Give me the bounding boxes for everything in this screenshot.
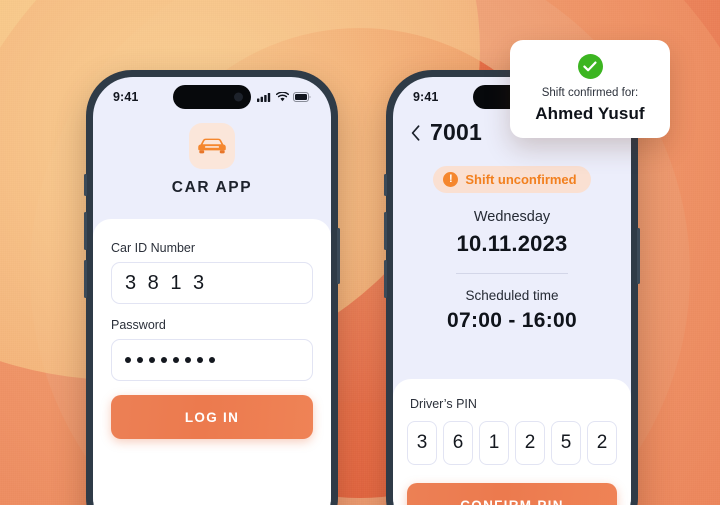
log-in-button[interactable]: LOG IN bbox=[111, 395, 313, 439]
pin-digit-box[interactable]: 1 bbox=[479, 421, 509, 465]
password-input[interactable] bbox=[111, 339, 313, 381]
app-name-label: CAR APP bbox=[171, 179, 253, 196]
page-title: 7001 bbox=[430, 119, 482, 145]
chevron-left-icon[interactable] bbox=[411, 124, 420, 141]
car-id-label: Car ID Number bbox=[111, 241, 196, 255]
password-dot bbox=[137, 357, 143, 363]
status-badge-row: ! Shift unconfirmed bbox=[393, 166, 631, 193]
pin-entry-sheet: Driver’s PIN 3 6 1 2 5 2 CONFIRM PIN bbox=[393, 379, 631, 505]
password-dot bbox=[125, 357, 131, 363]
status-bar-time: 9:41 bbox=[113, 90, 139, 104]
password-dot bbox=[173, 357, 179, 363]
scheduled-time-label: Scheduled time bbox=[465, 288, 559, 303]
phone-power-button[interactable] bbox=[337, 228, 340, 284]
battery-icon bbox=[293, 92, 311, 102]
pin-digit-box[interactable]: 2 bbox=[587, 421, 617, 465]
login-form-sheet: Car ID Number 3 8 1 3 Password LOG IN bbox=[93, 219, 331, 505]
schedule-date: 10.11.2023 bbox=[456, 231, 568, 256]
phone-volume-down-button[interactable] bbox=[384, 260, 387, 298]
pin-digit-box[interactable]: 6 bbox=[443, 421, 473, 465]
car-id-value: 3 8 1 3 bbox=[125, 271, 208, 294]
status-bar-time: 9:41 bbox=[413, 90, 439, 104]
phone-mute-switch[interactable] bbox=[384, 174, 387, 196]
pin-digit-box[interactable]: 3 bbox=[407, 421, 437, 465]
car-icon bbox=[198, 138, 226, 154]
phone-volume-up-button[interactable] bbox=[84, 212, 87, 250]
cellular-signal-icon bbox=[257, 93, 271, 102]
schedule-summary: Wednesday 10.11.2023 Scheduled time 07:0… bbox=[393, 209, 631, 333]
password-masked-value bbox=[125, 357, 215, 363]
confirm-pin-button[interactable]: CONFIRM PIN bbox=[407, 483, 617, 505]
scheduled-time-value: 07:00 - 16:00 bbox=[447, 309, 577, 332]
pin-digit-box[interactable]: 5 bbox=[551, 421, 581, 465]
schedule-day: Wednesday bbox=[473, 209, 551, 225]
exclamation-circle-icon: ! bbox=[443, 172, 459, 187]
password-dot bbox=[209, 357, 215, 363]
toast-subtitle: Shift confirmed for: bbox=[541, 87, 639, 99]
password-label: Password bbox=[111, 318, 166, 332]
phone-mute-switch[interactable] bbox=[84, 174, 87, 196]
screenshot-canvas: 9:41 CAR APP Car ID Number 3 8 1 3 Passw… bbox=[0, 0, 720, 505]
status-badge-label: Shift unconfirmed bbox=[465, 172, 577, 187]
status-bar-icons bbox=[257, 92, 311, 102]
wifi-icon bbox=[276, 92, 289, 102]
dynamic-island bbox=[173, 85, 251, 109]
phone-power-button[interactable] bbox=[637, 228, 640, 284]
password-dot bbox=[185, 357, 191, 363]
status-badge: ! Shift unconfirmed bbox=[433, 166, 591, 193]
car-id-input[interactable]: 3 8 1 3 bbox=[111, 262, 313, 304]
pin-digit-box[interactable]: 2 bbox=[515, 421, 545, 465]
password-dot bbox=[161, 357, 167, 363]
check-mark-icon bbox=[583, 61, 597, 72]
shift-confirmed-toast: Shift confirmed for: Ahmed Yusuf bbox=[510, 40, 670, 138]
front-camera-lens-icon bbox=[234, 92, 243, 102]
schedule-divider bbox=[456, 273, 568, 274]
login-branding: CAR APP bbox=[93, 117, 331, 225]
check-circle-icon bbox=[577, 54, 603, 79]
app-icon-tile bbox=[189, 123, 235, 169]
password-dot bbox=[197, 357, 203, 363]
driver-pin-label: Driver’s PIN bbox=[410, 397, 477, 411]
pin-input-row: 3 6 1 2 5 2 bbox=[407, 421, 617, 465]
toast-driver-name: Ahmed Yusuf bbox=[535, 104, 645, 123]
password-dot bbox=[149, 357, 155, 363]
phone-login-device: 9:41 CAR APP Car ID Number 3 8 1 3 Passw… bbox=[84, 70, 340, 505]
phone-volume-up-button[interactable] bbox=[384, 212, 387, 250]
phone-volume-down-button[interactable] bbox=[84, 260, 87, 298]
phone-shift-screen: 9:41 7001 ! Shift unconfirmed Wednesday … bbox=[393, 77, 631, 505]
phone-login-screen: 9:41 CAR APP Car ID Number 3 8 1 3 Passw… bbox=[93, 77, 331, 505]
